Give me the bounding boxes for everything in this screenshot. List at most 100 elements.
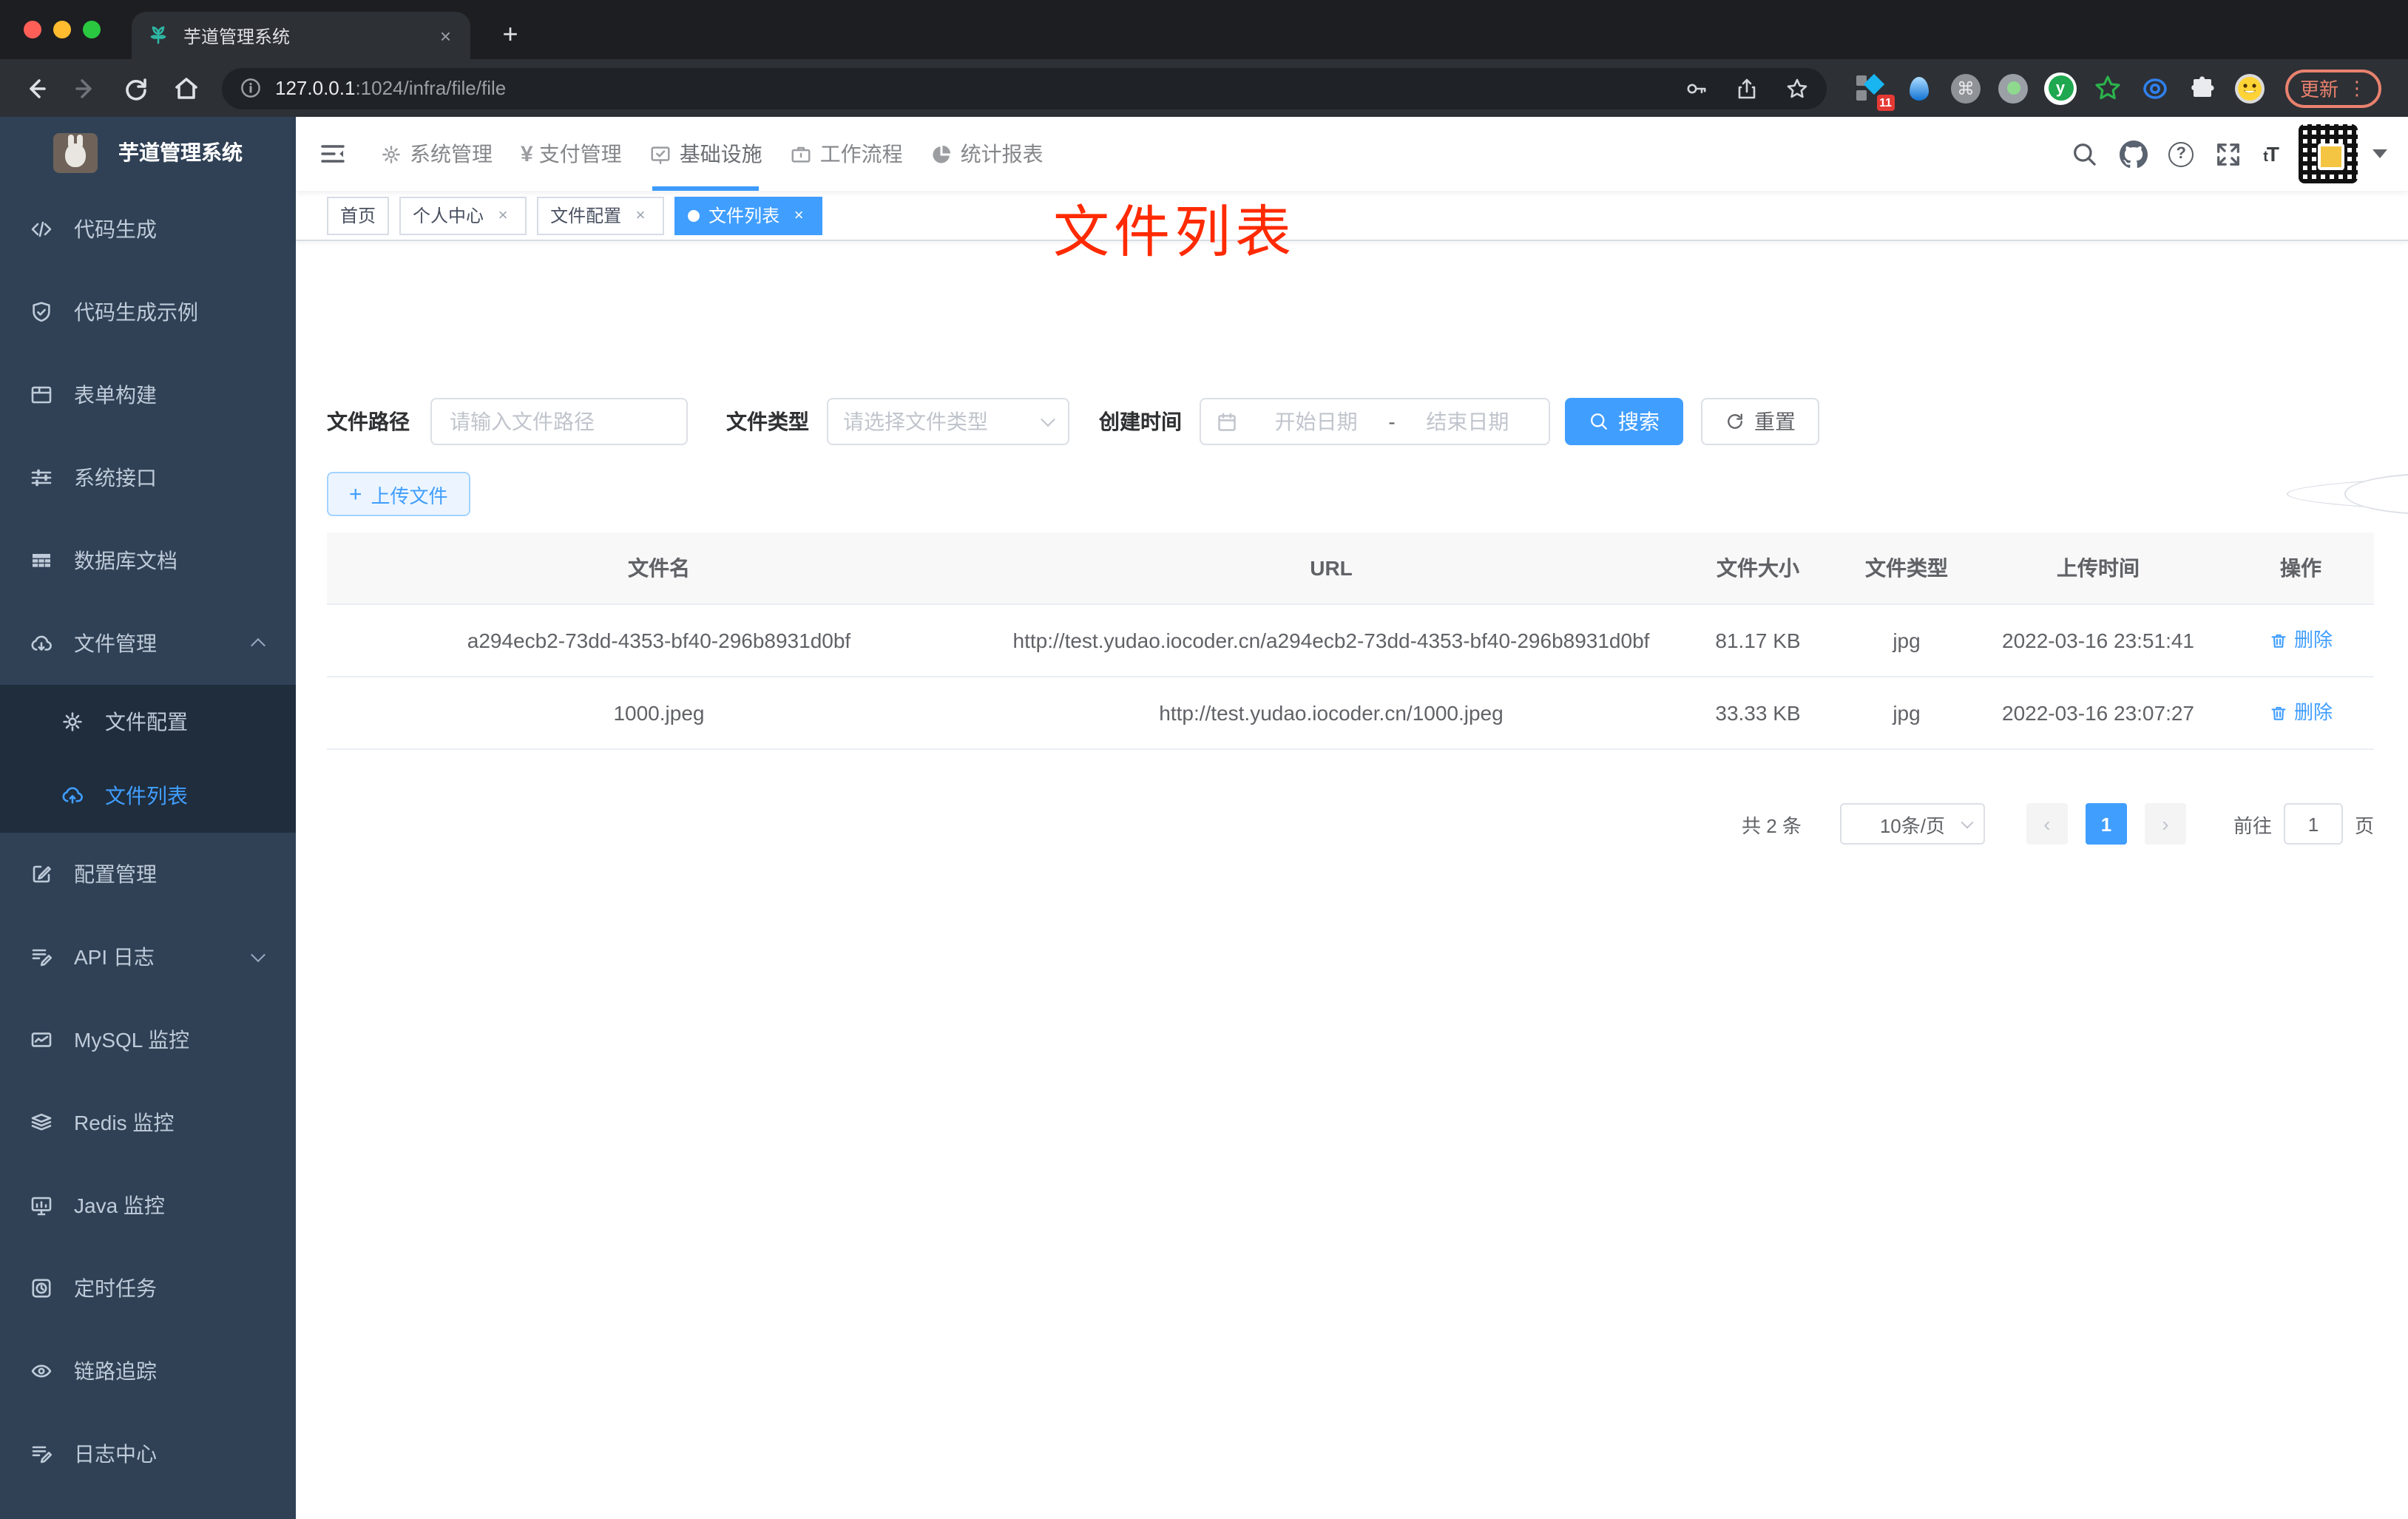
search-button[interactable]: 搜索	[1565, 398, 1683, 445]
cell-filename: a294ecb2-73dd-4353-bf40-296b8931d0bf	[467, 629, 851, 652]
date-end-placeholder[interactable]: 结束日期	[1401, 407, 1534, 436]
top-menu-system[interactable]: 系统管理	[380, 117, 493, 191]
create-time-label: 创建时间	[1099, 410, 1182, 433]
emoji-extension-icon[interactable]	[2232, 70, 2267, 106]
sidebar-item-file-list[interactable]: 文件列表	[0, 759, 296, 833]
file-table: 文件名 URL 文件大小 文件类型 上传时间 操作 a294ecb2-73dd-…	[327, 532, 2374, 750]
chevron-down-icon	[1961, 816, 1974, 829]
trash-icon	[2271, 633, 2286, 647]
browser-tab[interactable]: 芋道管理系统 ×	[132, 12, 470, 59]
dot-extension-icon[interactable]	[1995, 70, 2031, 106]
sidebar-item-file-config[interactable]: 文件配置	[0, 685, 296, 759]
chevron-down-icon	[251, 947, 266, 963]
tag-home[interactable]: 首页	[327, 196, 390, 234]
reload-icon[interactable]	[121, 73, 151, 103]
font-size-icon[interactable]: tT	[2263, 142, 2279, 166]
refresh-table-button[interactable]	[2344, 473, 2408, 515]
window-minimize-button[interactable]	[53, 21, 71, 38]
next-page-button[interactable]: ›	[2144, 803, 2186, 845]
home-icon[interactable]	[172, 73, 201, 103]
sidebar-item-cron-job[interactable]: 定时任务	[0, 1247, 296, 1330]
active-dot	[688, 209, 700, 221]
sidebar-submenu-file: 文件配置 文件列表	[0, 685, 296, 833]
top-menu-workflow[interactable]: 工作流程	[791, 117, 903, 191]
monitor-check-icon	[652, 146, 671, 164]
sidebar-collapse-icon[interactable]	[318, 139, 348, 169]
sidebar-item-code-generate[interactable]: 代码生成	[0, 188, 296, 271]
share-icon[interactable]	[1735, 76, 1759, 100]
balloon-extension-icon[interactable]	[1901, 70, 1936, 106]
help-icon[interactable]: ?	[2168, 141, 2194, 166]
sidebar-item-mysql-monitor[interactable]: MySQL 监控	[0, 998, 296, 1081]
sidebar-item-java-monitor[interactable]: Java 监控	[0, 1164, 296, 1247]
date-range-picker[interactable]: 开始日期 - 结束日期	[1200, 398, 1550, 445]
top-menu-pay[interactable]: ¥ 支付管理	[521, 117, 622, 191]
upload-file-button[interactable]: + 上传文件	[327, 472, 470, 516]
top-menu-infra[interactable]: 基础设施	[650, 117, 762, 191]
password-key-icon[interactable]	[1685, 76, 1708, 100]
reset-button[interactable]: 重置	[1701, 398, 1819, 445]
prev-page-button[interactable]: ‹	[2026, 803, 2068, 845]
file-type-select[interactable]: 请选择文件类型	[827, 398, 1069, 445]
sidebar-item-system-api[interactable]: 系统接口	[0, 436, 296, 519]
sidebar-item-log-center[interactable]: 日志中心	[0, 1413, 296, 1495]
sidebar-item-api-log[interactable]: API 日志	[0, 916, 296, 998]
col-header-type: 文件类型	[1865, 556, 1948, 580]
file-path-input[interactable]	[430, 398, 688, 445]
sidebar-item-file-manage[interactable]: 文件管理	[0, 602, 296, 685]
goto-label: 前往	[2233, 814, 2272, 836]
tab-close-icon[interactable]: ×	[436, 24, 456, 47]
cell-size: 33.33 KB	[1715, 701, 1801, 725]
eye-icon	[31, 1364, 52, 1378]
new-tab-button[interactable]: +	[491, 15, 530, 53]
star-extension-icon[interactable]	[2090, 70, 2125, 106]
annotation-overlay: 文件列表	[1053, 203, 1296, 265]
sidebar-item-form-builder[interactable]: 表单构建	[0, 353, 296, 436]
table-row: a294ecb2-73dd-4353-bf40-296b8931d0bf htt…	[327, 605, 2374, 677]
sidebar-item-trace[interactable]: 链路追踪	[0, 1330, 296, 1413]
tag-file-list[interactable]: 文件列表 ×	[674, 196, 823, 234]
search-icon[interactable]	[2071, 140, 2099, 168]
chrome-update-button[interactable]: 更新 ⋮	[2285, 69, 2382, 107]
browser-menu-kebab-icon[interactable]: ⋮	[2347, 76, 2367, 100]
sidebar-item-code-demo[interactable]: 代码生成示例	[0, 271, 296, 353]
address-bar[interactable]: 127.0.0.1:1024/infra/file/file	[222, 67, 1827, 109]
tag-close-icon[interactable]: ×	[630, 205, 651, 226]
window-close-button[interactable]	[24, 21, 41, 38]
page-size-select[interactable]: 10条/页	[1839, 803, 1985, 845]
github-icon[interactable]	[2120, 140, 2148, 168]
fullscreen-icon[interactable]	[2214, 140, 2242, 168]
forward-icon[interactable]	[71, 73, 101, 103]
rings-extension-icon[interactable]	[2137, 70, 2173, 106]
sidebar-item-redis-monitor[interactable]: Redis 监控	[0, 1081, 296, 1164]
extensions-puzzle-icon[interactable]	[2185, 70, 2220, 106]
back-icon[interactable]	[21, 73, 50, 103]
tag-close-icon[interactable]: ×	[788, 205, 809, 226]
window-zoom-button[interactable]	[83, 21, 101, 38]
page-number-button[interactable]: 1	[2085, 803, 2127, 845]
sidebar-item-db-doc[interactable]: 数据库文档	[0, 519, 296, 602]
date-start-placeholder[interactable]: 开始日期	[1250, 407, 1382, 436]
avatar[interactable]	[2299, 124, 2358, 183]
bookmark-star-icon[interactable]	[1785, 76, 1809, 100]
top-menu-report[interactable]: 统计报表	[931, 117, 1044, 191]
tag-close-icon[interactable]: ×	[493, 205, 513, 226]
main-area: 系统管理 ¥ 支付管理 基础设施 工作流程 统计报表 ? tT 首页 个人中心 …	[296, 117, 2408, 1519]
site-info-icon[interactable]	[240, 77, 262, 99]
tag-profile[interactable]: 个人中心 ×	[399, 196, 527, 234]
y-extension-icon[interactable]: y	[2043, 70, 2078, 106]
col-header-url: URL	[1310, 556, 1353, 580]
avatar-caret-icon[interactable]	[2373, 149, 2387, 158]
goto-page-input[interactable]	[2283, 803, 2343, 845]
sidebar-extension-icon[interactable]: 11	[1853, 70, 1895, 110]
cell-url: http://test.yudao.iocoder.cn/1000.jpeg	[1159, 701, 1504, 725]
log-edit-icon	[32, 949, 53, 967]
delete-button[interactable]: 删除	[2269, 624, 2333, 657]
briefcase-icon	[792, 146, 811, 162]
extensions-area: 11 ⌘ y	[1841, 70, 2267, 110]
tag-file-config[interactable]: 文件配置 ×	[537, 196, 665, 234]
sidebar-item-config-manage[interactable]: 配置管理	[0, 833, 296, 916]
delete-button[interactable]: 删除	[2269, 697, 2333, 729]
url-text: 127.0.0.1:1024/infra/file/file	[275, 77, 1658, 99]
command-extension-icon[interactable]: ⌘	[1948, 70, 1983, 106]
